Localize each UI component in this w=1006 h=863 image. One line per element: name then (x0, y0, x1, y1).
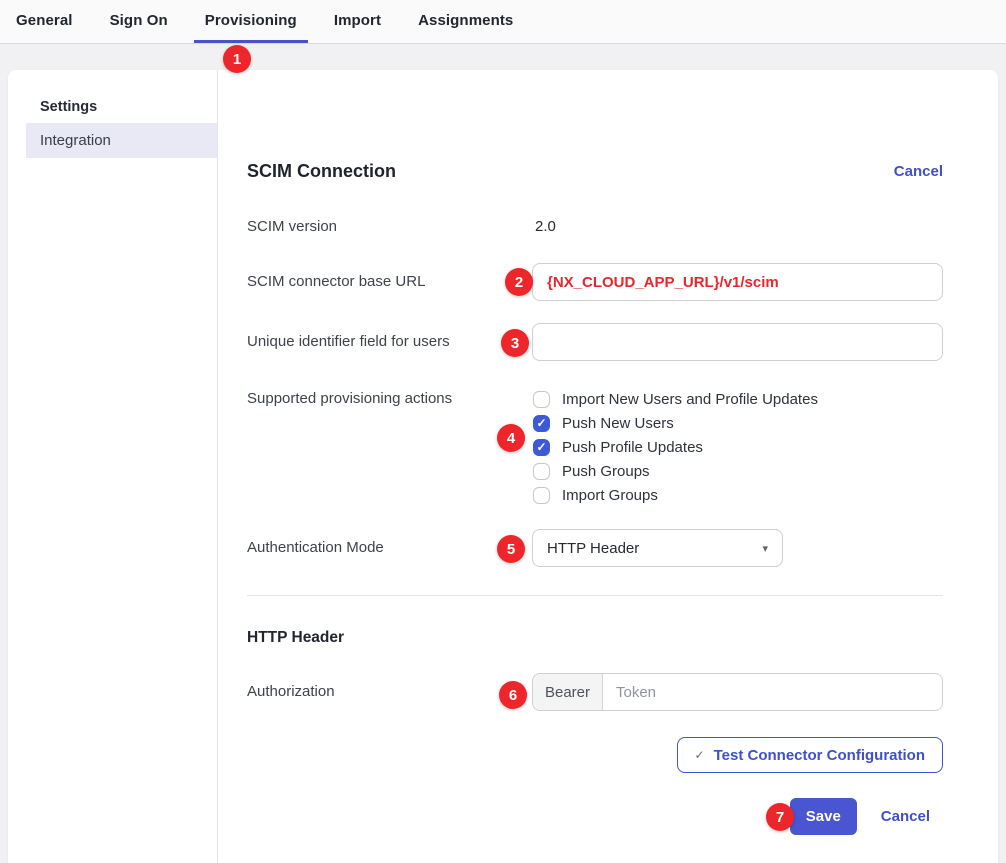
annotation-badge-3: 3 (501, 329, 529, 357)
authorization-input-group: Bearer (532, 673, 943, 711)
tab-general[interactable]: General (5, 0, 84, 43)
token-input[interactable] (603, 674, 942, 710)
check-icon: ✓ (695, 748, 705, 762)
annotation-badge-6: 6 (499, 681, 527, 709)
base-url-label: SCIM connector base URL (247, 263, 532, 301)
checkbox-icon[interactable] (533, 391, 550, 408)
base-url-row: SCIM connector base URL (247, 263, 943, 301)
checkbox-icon[interactable] (533, 463, 550, 480)
tab-provisioning[interactable]: Provisioning (194, 0, 308, 43)
checkbox-icon[interactable] (533, 415, 550, 432)
checkbox-icon[interactable] (533, 439, 550, 456)
checkbox-import-new-users-and-profile-updates[interactable]: Import New Users and Profile Updates (532, 387, 943, 411)
authorization-row: Authorization Bearer (247, 673, 943, 711)
checkbox-label: Push Groups (562, 463, 650, 480)
scim-version-value: 2.0 (532, 217, 943, 237)
checkbox-label: Import Groups (562, 487, 658, 504)
annotation-badge-4: 4 (497, 424, 525, 452)
test-connector-label: Test Connector Configuration (714, 747, 925, 764)
checkbox-push-new-users[interactable]: Push New Users (532, 411, 943, 435)
http-header-heading: HTTP Header (247, 629, 943, 647)
annotation-badge-7: 7 (766, 803, 794, 831)
checkbox-import-groups[interactable]: Import Groups (532, 483, 943, 507)
annotation-badge-5: 5 (497, 535, 525, 563)
cancel-button[interactable]: Cancel (881, 808, 930, 825)
auth-mode-select[interactable]: HTTP Header ▾ (532, 529, 783, 567)
section-divider (247, 595, 943, 596)
checkbox-label: Import New Users and Profile Updates (562, 391, 818, 408)
app-tab-bar: General Sign On Provisioning Import Assi… (0, 0, 1006, 44)
tab-import[interactable]: Import (323, 0, 392, 43)
checkbox-label: Push New Users (562, 415, 674, 432)
save-button[interactable]: Save (790, 798, 857, 835)
test-connector-configuration-button[interactable]: ✓ Test Connector Configuration (677, 737, 943, 773)
cancel-link-top[interactable]: Cancel (894, 163, 943, 180)
scim-version-row: SCIM version 2.0 (247, 217, 943, 237)
unique-id-input[interactable] (532, 323, 943, 361)
unique-id-row: Unique identifier field for users (247, 323, 943, 361)
provisioning-card: Settings Integration SCIM Connection Can… (8, 70, 998, 863)
checkbox-label: Push Profile Updates (562, 439, 703, 456)
tab-assignments[interactable]: Assignments (407, 0, 524, 43)
auth-mode-value: HTTP Header (547, 540, 639, 557)
provisioning-actions-row: Supported provisioning actions Import Ne… (247, 387, 943, 507)
checkbox-icon[interactable] (533, 487, 550, 504)
annotation-badge-2: 2 (505, 268, 533, 296)
base-url-input[interactable] (532, 263, 943, 301)
provisioning-actions-label: Supported provisioning actions (247, 387, 532, 507)
auth-mode-row: Authentication Mode HTTP Header ▾ (247, 529, 943, 567)
checkbox-push-profile-updates[interactable]: Push Profile Updates (532, 435, 943, 459)
sidebar-item-integration[interactable]: Integration (26, 123, 217, 158)
unique-id-label: Unique identifier field for users (247, 323, 532, 361)
chevron-down-icon: ▾ (762, 542, 768, 555)
sidebar-heading: Settings (40, 99, 217, 116)
page-title: SCIM Connection (247, 160, 396, 182)
scim-connection-form: SCIM Connection Cancel SCIM version 2.0 … (218, 70, 998, 863)
scim-version-label: SCIM version (247, 217, 532, 237)
authorization-label: Authorization (247, 673, 532, 711)
checkbox-push-groups[interactable]: Push Groups (532, 459, 943, 483)
annotation-badge-1: 1 (223, 45, 251, 73)
auth-mode-label: Authentication Mode (247, 529, 532, 567)
tab-sign-on[interactable]: Sign On (99, 0, 179, 43)
bearer-prefix: Bearer (533, 674, 603, 710)
sidebar-item-label: Integration (40, 132, 111, 149)
settings-sidebar: Settings Integration (8, 70, 218, 863)
